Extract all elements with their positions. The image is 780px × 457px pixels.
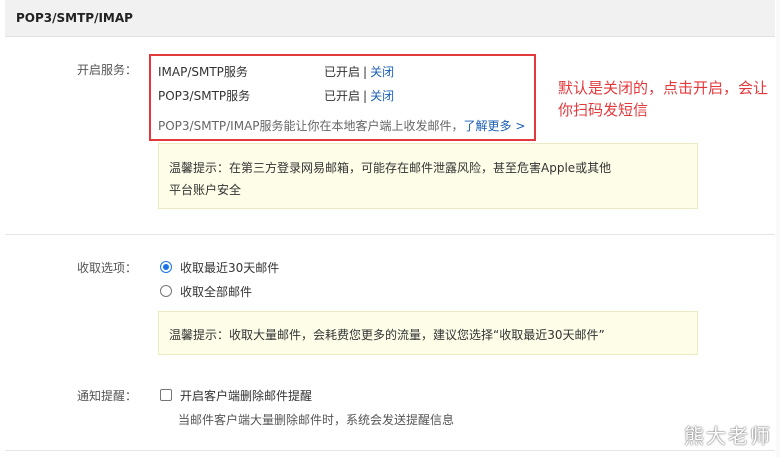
section-divider bbox=[5, 234, 775, 235]
disable-imap-link[interactable]: 关闭 bbox=[370, 65, 394, 79]
receive-tip-text: 温馨提示：收取大量邮件，会耗费您更多的流量，建议您选择“收取最近30天邮件” bbox=[169, 328, 605, 342]
services-tip-line1: 温馨提示：在第三方登录网易邮箱，可能存在邮件泄露风险，甚至危害Apple或其他 bbox=[169, 161, 612, 175]
service-status-pop3: 已开启 | 关闭 bbox=[324, 87, 394, 104]
service-status-imap: 已开启 | 关闭 bbox=[324, 63, 394, 80]
services-tip-line2: 平台账户安全 bbox=[169, 183, 242, 197]
section-title: POP3/SMTP/IMAP bbox=[16, 11, 133, 25]
radio-all[interactable] bbox=[160, 285, 172, 297]
bottom-divider bbox=[5, 450, 775, 451]
annotation-note: 默认是关闭的，点击开启，会让你扫码发短信 bbox=[558, 79, 769, 119]
service-name-pop3: POP3/SMTP服务 bbox=[158, 89, 251, 103]
receive-tip-box: 温馨提示：收取大量邮件，会耗费您更多的流量，建议您选择“收取最近30天邮件” bbox=[158, 311, 698, 355]
receive-label: 收取选项： bbox=[77, 261, 138, 275]
services-tip-box: 温馨提示：在第三方登录网易邮箱，可能存在邮件泄露风险，甚至危害Apple或其他 … bbox=[158, 143, 698, 209]
status-separator: | bbox=[363, 89, 368, 103]
settings-page: POP3/SMTP/IMAP 开启服务： IMAP/SMTP服务 已开启 | 关闭 … bbox=[0, 0, 780, 457]
notify-checkbox[interactable] bbox=[160, 389, 172, 401]
services-description-text: POP3/SMTP/IMAP服务能让你在本地客户端上收发邮件， bbox=[158, 119, 464, 133]
service-name-imap: IMAP/SMTP服务 bbox=[158, 65, 248, 79]
status-separator: | bbox=[363, 65, 368, 79]
service-status-text: 已开启 bbox=[324, 89, 361, 103]
notify-description: 当邮件客户端大量删除邮件时，系统会发送提醒信息 bbox=[178, 413, 455, 427]
radio-all-label: 收取全部邮件 bbox=[180, 284, 253, 299]
learn-more-link[interactable]: 了解更多 > bbox=[464, 119, 526, 133]
scrollbar-track[interactable] bbox=[776, 0, 780, 457]
radio-30days[interactable] bbox=[160, 261, 172, 273]
service-status-text: 已开启 bbox=[324, 65, 361, 79]
watermark: 熊大老师 bbox=[684, 424, 772, 448]
notify-option[interactable]: 开启客户端删除邮件提醒 bbox=[160, 387, 312, 403]
section-header: POP3/SMTP/IMAP bbox=[5, 0, 775, 37]
services-label: 开启服务： bbox=[77, 63, 138, 77]
receive-option-30days[interactable]: 收取最近30天邮件 bbox=[160, 259, 279, 275]
disable-pop3-link[interactable]: 关闭 bbox=[370, 89, 394, 103]
services-description: POP3/SMTP/IMAP服务能让你在本地客户端上收发邮件，了解更多 > bbox=[158, 117, 525, 134]
notify-label: 通知提醒： bbox=[77, 389, 138, 403]
radio-30days-label: 收取最近30天邮件 bbox=[180, 260, 280, 275]
receive-option-all[interactable]: 收取全部邮件 bbox=[160, 283, 252, 299]
notify-checkbox-label: 开启客户端删除邮件提醒 bbox=[180, 388, 313, 403]
